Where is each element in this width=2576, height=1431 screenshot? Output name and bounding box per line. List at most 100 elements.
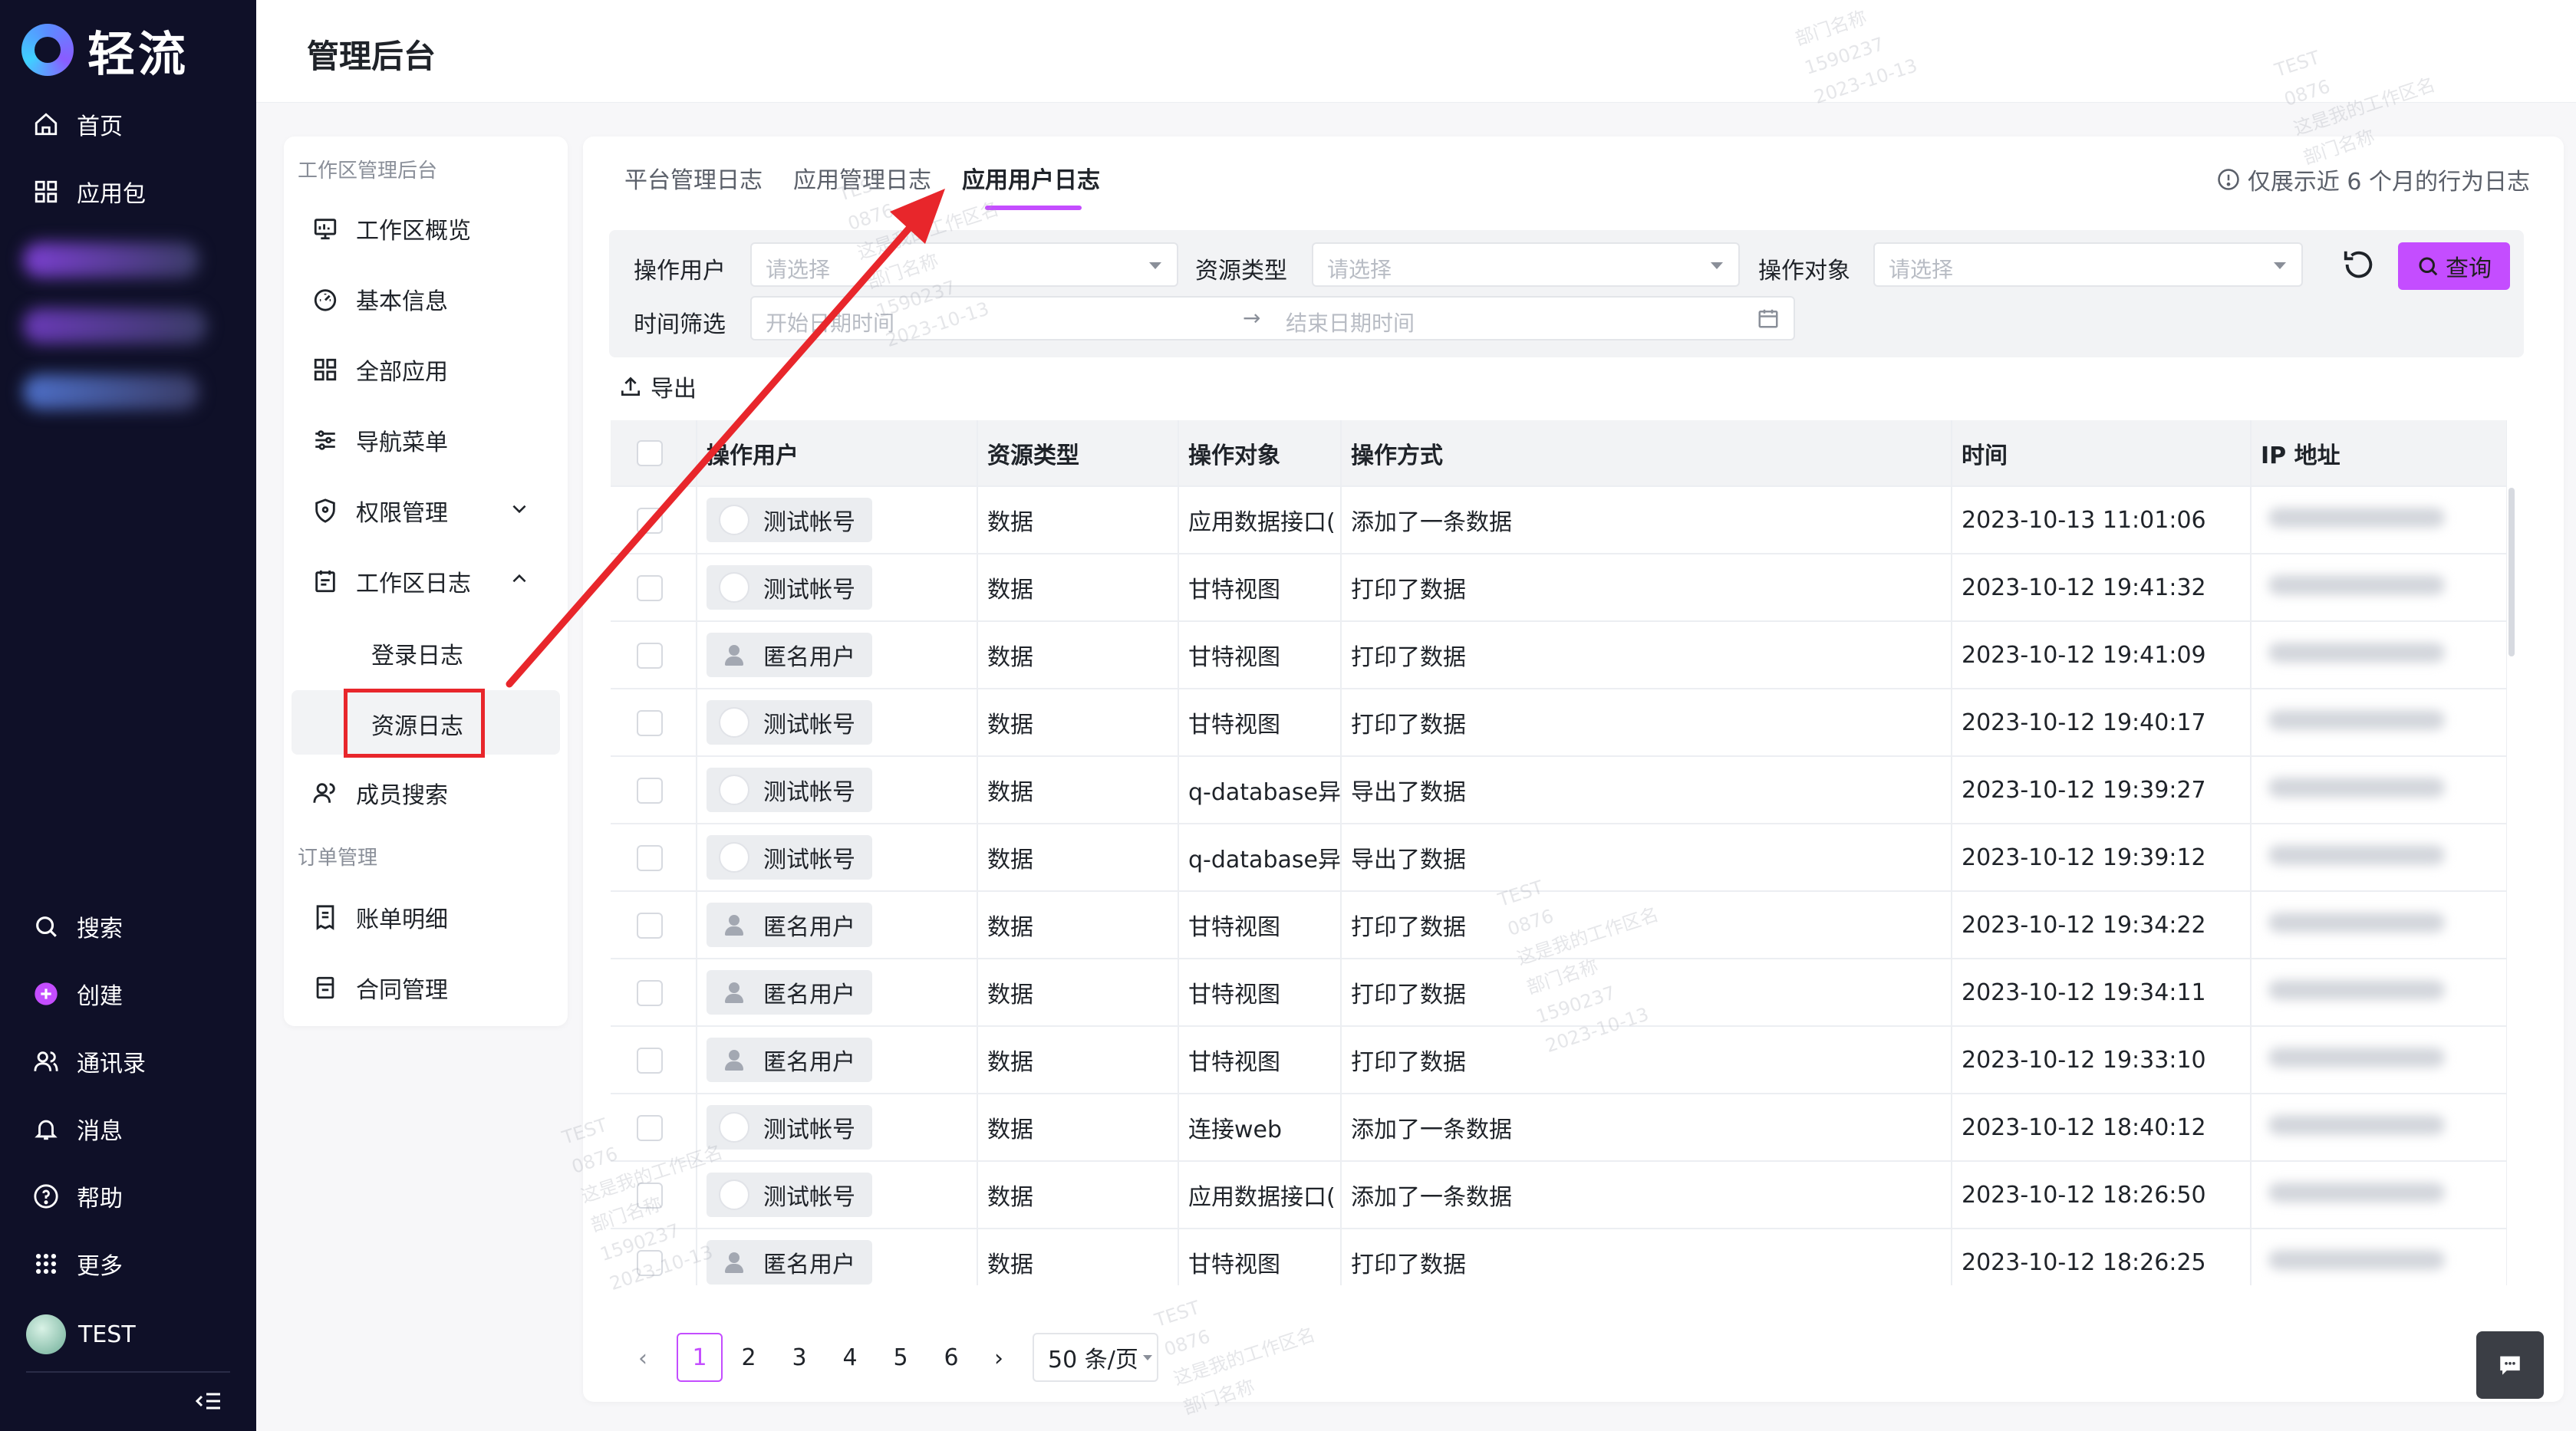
menu-item-member-search[interactable]: 成员搜索 [310,776,548,810]
page-button[interactable]: 5 [878,1333,924,1382]
table-row[interactable]: 匿名用户 数据 甘特视图 打印了数据 2023-10-12 19:34:11 [611,959,2507,1027]
page-button[interactable]: 4 [827,1333,873,1382]
page-size-select[interactable]: 50 条/页 [1033,1333,1158,1382]
avatar [26,1314,66,1354]
user-chip[interactable]: 测试帐号 [707,565,872,610]
row-checkbox[interactable] [637,912,663,939]
page-button[interactable]: 6 [928,1333,974,1382]
user-chip[interactable]: 匿名用户 [707,1038,872,1082]
user-chip[interactable]: 匿名用户 [707,903,872,947]
next-page-icon[interactable]: › [994,1345,1003,1372]
calendar-icon [1757,307,1780,335]
user-chip[interactable]: 测试帐号 [707,1105,872,1150]
page-button[interactable]: 2 [726,1333,772,1382]
nav-more[interactable]: 更多 [31,1247,123,1281]
row-select-cell[interactable] [611,891,697,959]
row-select-cell[interactable] [611,689,697,757]
menu-item-bills[interactable]: 账单明细 [310,900,548,934]
table-scrollbar[interactable] [2508,488,2515,656]
nav-help[interactable]: 帮助 [31,1179,123,1213]
page-button[interactable]: 3 [776,1333,822,1382]
table-row[interactable]: 测试帐号 数据 甘特视图 打印了数据 2023-10-12 19:40:17 [611,689,2507,757]
row-checkbox[interactable] [637,709,663,736]
row-select-cell[interactable] [611,1094,697,1162]
menu-subitem-login-log[interactable]: 登录日志 [371,637,463,670]
user-chip[interactable]: 测试帐号 [707,835,872,880]
date-range-picker[interactable]: 开始日期时间 → 结束日期时间 [750,296,1795,340]
row-checkbox[interactable] [637,844,663,871]
tab-app-user-log[interactable]: 应用用户日志 [962,161,1100,195]
row-select-cell[interactable] [611,621,697,689]
export-button[interactable]: 导出 [618,370,697,403]
row-select-cell[interactable] [611,756,697,824]
user-chip[interactable]: 测试帐号 [707,1173,872,1217]
row-checkbox[interactable] [637,1114,663,1141]
select-all-checkbox[interactable] [637,440,663,467]
user-chip[interactable]: 匿名用户 [707,970,872,1015]
table-row[interactable]: 匿名用户 数据 甘特视图 打印了数据 2023-10-12 19:33:10 [611,1026,2507,1094]
row-select-cell[interactable] [611,1229,697,1285]
tab-app-admin-log[interactable]: 应用管理日志 [793,161,931,195]
user-profile[interactable]: TEST [26,1314,136,1354]
user-chip[interactable]: 匿名用户 [707,633,872,677]
nav-contacts[interactable]: 通讯录 [31,1044,146,1078]
collapse-sidebar-icon[interactable] [195,1390,222,1416]
menu-item-workspace-log[interactable]: 工作区日志 [310,564,548,598]
table-row[interactable]: 测试帐号 数据 应用数据接口(添加了一条数据 2023-10-13 11:01:06 [611,486,2507,554]
user-chip[interactable]: 测试帐号 [707,768,872,812]
menu-item-all-apps[interactable]: 全部应用 [310,353,548,387]
filter-user-select[interactable]: 请选择 [750,242,1178,287]
nav-home[interactable]: 首页 [31,107,123,141]
row-select-cell[interactable] [611,959,697,1027]
query-button[interactable]: 查询 [2398,242,2510,290]
row-checkbox[interactable] [637,642,663,669]
table-row[interactable]: 测试帐号 数据 连接web 添加了一条数据 2023-10-12 18:40:12 [611,1094,2507,1162]
filter-object-select[interactable]: 请选择 [1873,242,2303,287]
chevron-down-icon[interactable] [509,498,529,525]
filter-resource-select[interactable]: 请选择 [1312,242,1740,287]
app-logo[interactable]: 轻流 [21,15,189,84]
menu-item-nav-menu[interactable]: 导航菜单 [310,423,548,457]
user-chip[interactable]: 测试帐号 [707,498,872,542]
chat-button[interactable] [2476,1331,2544,1399]
row-checkbox[interactable] [637,979,663,1006]
table-row[interactable]: 测试帐号 数据 q-database异 导出了数据 2023-10-12 19:39:2… [611,756,2507,824]
tab-platform-log[interactable]: 平台管理日志 [624,161,763,195]
blurred-app-item[interactable] [23,374,199,410]
row-checkbox[interactable] [637,574,663,601]
table-row[interactable]: 匿名用户 数据 甘特视图 打印了数据 2023-10-12 18:26:25 [611,1229,2507,1285]
row-checkbox[interactable] [637,777,663,804]
table-row[interactable]: 测试帐号 数据 应用数据接口(添加了一条数据 2023-10-12 18:26:50 [611,1161,2507,1229]
blurred-app-item[interactable] [23,242,199,278]
chevron-up-icon[interactable] [509,568,529,595]
row-select-cell[interactable] [611,1161,697,1229]
select-all-cell[interactable] [611,420,697,487]
user-chip[interactable]: 匿名用户 [707,1240,872,1285]
row-select-cell[interactable] [611,824,697,892]
menu-item-basic-info[interactable]: 基本信息 [310,282,548,316]
nav-messages[interactable]: 消息 [31,1112,123,1146]
row-checkbox[interactable] [637,1047,663,1074]
row-select-cell[interactable] [611,486,697,554]
table-row[interactable]: 测试帐号 数据 q-database异 导出了数据 2023-10-12 19:39:1… [611,824,2507,892]
menu-item-overview[interactable]: 工作区概览 [310,212,548,245]
nav-search[interactable]: 搜索 [31,910,123,943]
row-checkbox[interactable] [637,1182,663,1209]
ip-address-redacted [2268,709,2445,730]
reset-button[interactable] [2341,247,2380,285]
page-button[interactable]: 1 [677,1333,723,1382]
prev-page-icon[interactable]: ‹ [638,1345,647,1372]
user-chip[interactable]: 测试帐号 [707,700,872,745]
table-row[interactable]: 测试帐号 数据 甘特视图 打印了数据 2023-10-12 19:41:32 [611,554,2507,622]
row-checkbox[interactable] [637,507,663,534]
menu-item-contracts[interactable]: 合同管理 [310,971,548,1005]
row-checkbox[interactable] [637,1249,663,1276]
table-row[interactable]: 匿名用户 数据 甘特视图 打印了数据 2023-10-12 19:41:09 [611,621,2507,689]
table-row[interactable]: 匿名用户 数据 甘特视图 打印了数据 2023-10-12 19:34:22 [611,891,2507,959]
nav-create[interactable]: 创建 [31,977,123,1011]
row-select-cell[interactable] [611,554,697,622]
row-select-cell[interactable] [611,1026,697,1094]
menu-item-permissions[interactable]: 权限管理 [310,494,548,528]
nav-app-package[interactable]: 应用包 [31,175,146,209]
blurred-app-item[interactable] [23,308,207,344]
